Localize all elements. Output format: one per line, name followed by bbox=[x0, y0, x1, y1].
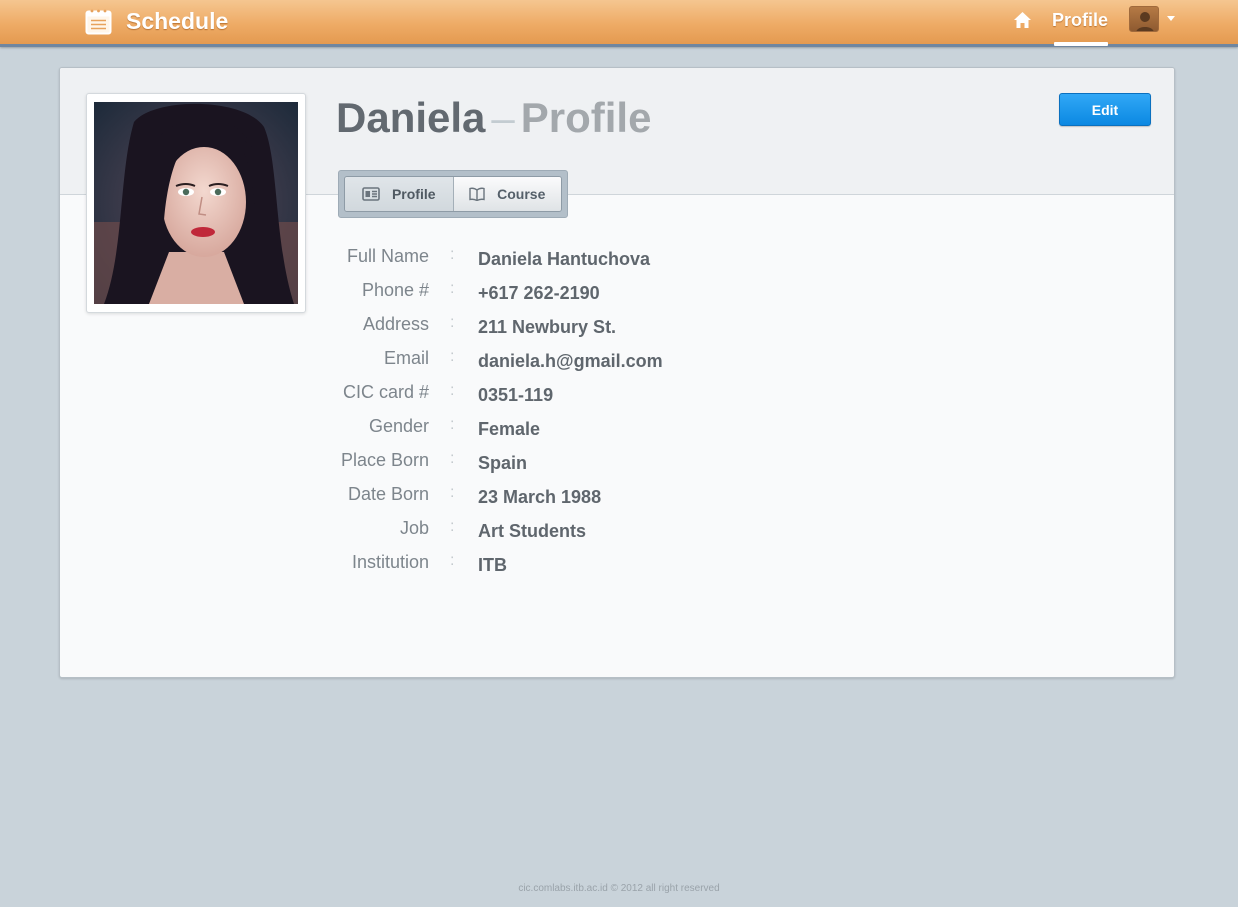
footer-copyright: cic.comlabs.itb.ac.id © 2012 all right r… bbox=[518, 883, 720, 894]
detail-value: Spain bbox=[478, 453, 528, 473]
detail-separator: : bbox=[450, 382, 455, 399]
book-icon bbox=[469, 187, 485, 201]
chevron-down-icon bbox=[1167, 16, 1175, 21]
detail-value: 23 March 1988 bbox=[478, 487, 602, 507]
detail-label: Email bbox=[383, 348, 429, 368]
detail-label: Full Name bbox=[346, 246, 429, 266]
detail-separator: : bbox=[450, 314, 455, 331]
detail-label: Institution bbox=[351, 552, 429, 572]
tab-profile-label: Profile bbox=[391, 186, 436, 202]
profile-photo bbox=[94, 102, 298, 304]
detail-value: 0351-119 bbox=[478, 385, 554, 405]
active-nav-indicator bbox=[1054, 42, 1108, 46]
detail-value: 211 Newbury St. bbox=[478, 317, 617, 337]
edit-button[interactable]: Edit bbox=[1059, 93, 1151, 126]
detail-label: Place Born bbox=[340, 450, 429, 470]
profile-name: Daniela bbox=[336, 94, 486, 141]
brand[interactable]: Schedule bbox=[85, 8, 228, 35]
detail-value: ITB bbox=[478, 555, 507, 575]
detail-label: Gender bbox=[368, 416, 429, 436]
detail-label: CIC card # bbox=[342, 382, 429, 402]
app-title: Schedule bbox=[126, 8, 229, 34]
detail-value: daniela.h@gmail.com bbox=[478, 351, 663, 371]
detail-separator: : bbox=[450, 518, 455, 535]
profile-card: Daniela – Profile Edit Profile Course Fu… bbox=[59, 67, 1175, 678]
detail-label: Job bbox=[399, 518, 429, 538]
tab-course[interactable]: Course bbox=[452, 177, 561, 211]
detail-separator: : bbox=[450, 348, 455, 365]
id-card-icon bbox=[362, 187, 380, 201]
detail-value: Daniela Hantuchova bbox=[478, 249, 651, 269]
detail-value: +617 262-2190 bbox=[478, 283, 600, 303]
top-navbar: Schedule Profile bbox=[0, 0, 1238, 47]
title-subtitle: Profile bbox=[520, 94, 652, 141]
detail-separator: : bbox=[450, 280, 455, 297]
tab-group: Profile Course bbox=[338, 170, 568, 218]
calendar-icon bbox=[85, 9, 112, 35]
tab-course-label: Course bbox=[497, 186, 546, 202]
tab-bar: Profile Course bbox=[344, 176, 562, 212]
detail-label: Date Born bbox=[347, 484, 429, 504]
detail-separator: : bbox=[450, 450, 455, 467]
title-dash: – bbox=[491, 94, 515, 141]
detail-label: Phone # bbox=[361, 280, 429, 300]
user-avatar-icon bbox=[1129, 6, 1159, 32]
user-menu-dropdown[interactable] bbox=[1129, 6, 1179, 34]
detail-separator: : bbox=[450, 552, 455, 569]
page-title: Daniela – Profile bbox=[336, 94, 651, 142]
detail-separator: : bbox=[450, 484, 455, 501]
nav-profile-link[interactable]: Profile bbox=[1052, 10, 1108, 31]
detail-label: Address bbox=[362, 314, 429, 334]
detail-value: Female bbox=[478, 419, 541, 439]
tab-profile[interactable]: Profile bbox=[345, 177, 453, 211]
detail-value: Art Students bbox=[478, 521, 586, 541]
detail-separator: : bbox=[450, 246, 455, 263]
detail-separator: : bbox=[450, 416, 455, 433]
home-icon[interactable] bbox=[1013, 11, 1032, 29]
